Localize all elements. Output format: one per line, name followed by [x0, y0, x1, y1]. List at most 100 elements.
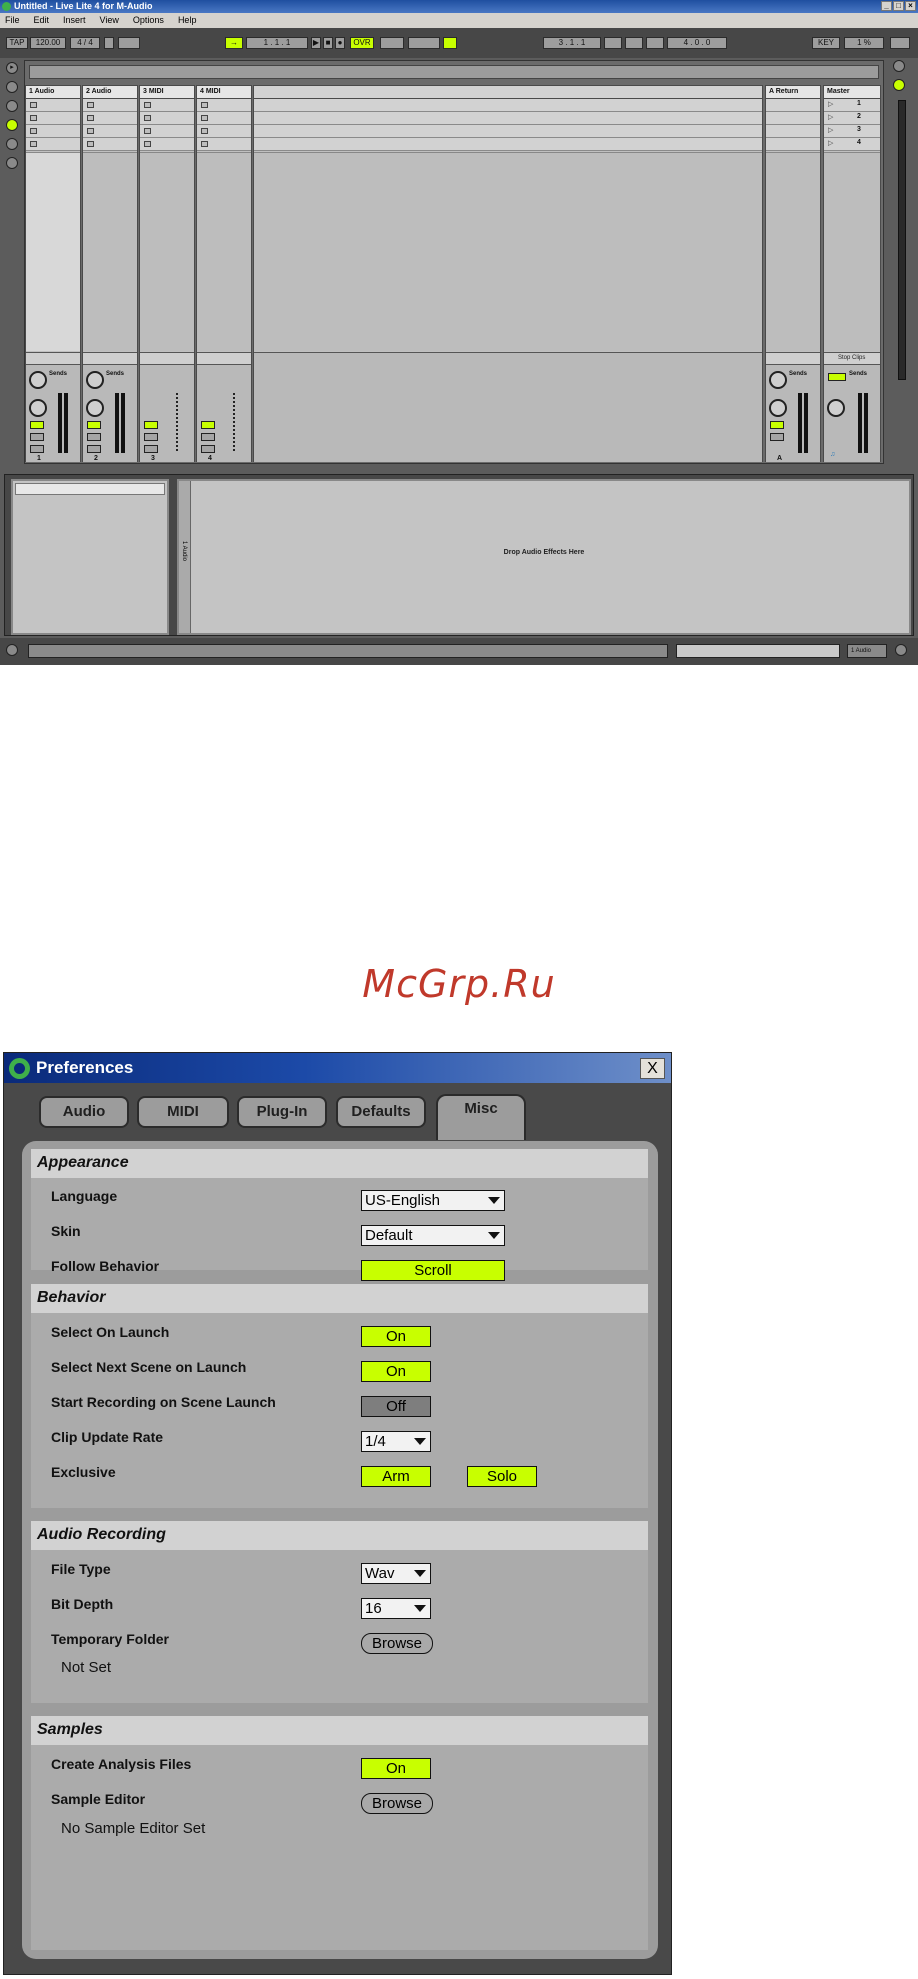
exclusive-solo-toggle[interactable]: Solo — [467, 1466, 537, 1487]
cue-button[interactable] — [828, 373, 846, 381]
close-icon[interactable]: × — [905, 1, 916, 11]
loop-length-field[interactable]: 4 . 0 . 0 — [667, 37, 727, 49]
clip-slot[interactable] — [197, 99, 251, 112]
pan-knob[interactable] — [86, 399, 104, 417]
session-toggle-icon[interactable] — [893, 79, 905, 91]
track-title[interactable]: A Return — [766, 86, 820, 99]
clip-slot[interactable] — [140, 138, 194, 151]
clip-slot[interactable] — [83, 112, 137, 125]
ovr-button[interactable]: OVR — [350, 37, 374, 49]
close-button[interactable]: X — [640, 1058, 665, 1079]
scene-launch[interactable]: ▷ 3 — [824, 125, 880, 138]
grid-icon[interactable] — [380, 37, 404, 49]
menu-file[interactable]: File — [5, 13, 20, 28]
volume-fader[interactable] — [121, 393, 125, 453]
follow-behavior-toggle[interactable]: Scroll — [361, 1260, 505, 1281]
skin-dropdown[interactable]: Default — [361, 1225, 505, 1246]
menu-options[interactable]: Options — [133, 13, 164, 28]
send-knob[interactable] — [86, 371, 104, 389]
volume-fader[interactable] — [804, 393, 808, 453]
loop-start-field[interactable]: 3 . 1 . 1 — [543, 37, 601, 49]
clip-slot[interactable] — [26, 112, 80, 125]
scene-launch[interactable]: ▷ 2 — [824, 112, 880, 125]
arm-button[interactable] — [144, 445, 158, 453]
metronome-icon[interactable] — [104, 37, 114, 49]
clip-slot[interactable] — [197, 125, 251, 138]
menu-insert[interactable]: Insert — [63, 13, 86, 28]
pan-knob[interactable] — [29, 399, 47, 417]
bit-depth-dropdown[interactable]: 16 — [361, 1598, 431, 1619]
stop-button[interactable] — [26, 353, 80, 365]
send-knob[interactable] — [769, 371, 787, 389]
solo-button[interactable] — [30, 433, 44, 441]
minimize-icon[interactable]: _ — [881, 1, 892, 11]
clip-slot[interactable] — [197, 112, 251, 125]
stop-button[interactable] — [140, 353, 194, 365]
clip-slot[interactable] — [83, 138, 137, 151]
punch-in-icon[interactable] — [625, 37, 643, 49]
stop-clips-button[interactable]: Stop Clips — [824, 353, 880, 365]
stop-icon[interactable]: ■ — [323, 37, 333, 49]
clip-slot[interactable] — [26, 125, 80, 138]
play-icon[interactable]: ▶ — [311, 37, 321, 49]
menu-help[interactable]: Help — [178, 13, 197, 28]
track-title[interactable]: 3 MIDI — [140, 86, 194, 99]
key-map-button[interactable]: KEY — [812, 37, 840, 49]
track-title[interactable]: Master — [824, 86, 880, 99]
select-on-launch-toggle[interactable]: On — [361, 1326, 431, 1347]
activator-button[interactable] — [87, 421, 101, 429]
tab-plug-in[interactable]: Plug-In — [237, 1096, 327, 1128]
language-dropdown[interactable]: US-English — [361, 1190, 505, 1211]
detail-toggle-icon[interactable] — [6, 644, 18, 656]
tab-audio[interactable]: Audio — [39, 1096, 129, 1128]
arm-button[interactable] — [87, 445, 101, 453]
headphone-icon[interactable]: ♫ — [830, 451, 835, 458]
start-recording-toggle[interactable]: Off — [361, 1396, 431, 1417]
clip-slot[interactable] — [83, 125, 137, 138]
detail-expand-icon[interactable] — [895, 644, 907, 656]
activator-button[interactable] — [201, 421, 215, 429]
solo-button[interactable] — [201, 433, 215, 441]
menu-edit[interactable]: Edit — [34, 13, 50, 28]
pencil-icon[interactable] — [443, 37, 457, 49]
arrange-toggle-icon[interactable] — [893, 60, 905, 72]
tab-misc[interactable]: Misc — [436, 1094, 526, 1140]
track-title[interactable]: 2 Audio — [83, 86, 137, 99]
clip-slot[interactable] — [83, 99, 137, 112]
select-next-scene-toggle[interactable]: On — [361, 1361, 431, 1382]
browser-1-icon[interactable] — [6, 81, 18, 93]
browser-2-icon[interactable] — [6, 100, 18, 112]
send-knob[interactable] — [29, 371, 47, 389]
session-overview[interactable] — [29, 65, 879, 79]
browser-4-icon[interactable] — [6, 138, 18, 150]
track-title[interactable]: 4 MIDI — [197, 86, 251, 99]
arm-button[interactable] — [201, 445, 215, 453]
maximize-icon[interactable]: □ — [893, 1, 904, 11]
stop-button[interactable] — [83, 353, 137, 365]
activator-button[interactable] — [144, 421, 158, 429]
clip-slot[interactable] — [140, 99, 194, 112]
draw-mode-icon[interactable] — [408, 37, 440, 49]
create-analysis-files-toggle[interactable]: On — [361, 1758, 431, 1779]
clip-update-rate-dropdown[interactable]: 1/4 — [361, 1431, 431, 1452]
solo-button[interactable] — [87, 433, 101, 441]
scene-launch[interactable]: ▷ 4 — [824, 138, 880, 151]
clip-slot[interactable] — [140, 125, 194, 138]
pan-knob[interactable] — [769, 399, 787, 417]
tab-defaults[interactable]: Defaults — [336, 1096, 426, 1128]
signature-field[interactable]: 4 / 4 — [70, 37, 100, 49]
scene-launch[interactable]: ▷ 1 — [824, 99, 880, 112]
clip-slot[interactable] — [197, 138, 251, 151]
exclusive-arm-toggle[interactable]: Arm — [361, 1466, 431, 1487]
vertical-scrollbar[interactable] — [898, 100, 906, 380]
tab-midi[interactable]: MIDI — [137, 1096, 229, 1128]
browser-toggle-icon[interactable]: ▸ — [6, 62, 18, 74]
tap-button[interactable]: TAP — [6, 37, 28, 49]
quantize-menu[interactable] — [118, 37, 140, 49]
drop-area[interactable] — [254, 152, 762, 351]
track-title[interactable]: 1 Audio — [26, 86, 80, 99]
solo-button[interactable] — [144, 433, 158, 441]
stop-button[interactable] — [197, 353, 251, 365]
file-type-dropdown[interactable]: Wav — [361, 1563, 431, 1584]
track-view-side-tab[interactable]: 1 Audio — [179, 481, 191, 633]
